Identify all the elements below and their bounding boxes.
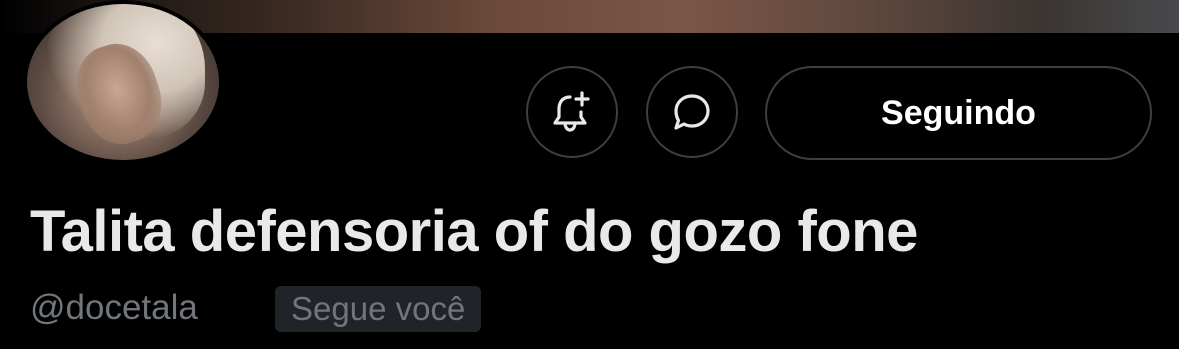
follows-you-badge: Segue você <box>275 286 482 332</box>
chat-bubble-icon <box>674 94 710 130</box>
message-button[interactable] <box>646 66 738 158</box>
username-handle: @docetala <box>30 288 198 327</box>
notifications-button[interactable] <box>526 66 618 158</box>
display-name: Talita defensoria of do gozo fone <box>30 199 918 264</box>
avatar[interactable] <box>23 0 223 164</box>
bell-plus-icon <box>553 91 590 132</box>
following-button-label: Seguindo <box>881 93 1036 132</box>
following-button[interactable]: Seguindo <box>765 66 1152 160</box>
